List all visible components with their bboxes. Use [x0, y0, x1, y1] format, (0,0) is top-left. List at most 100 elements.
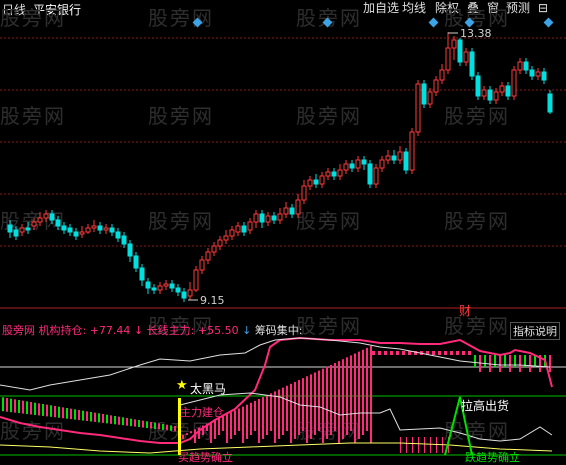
candle-body [73, 231, 79, 237]
candle-body [355, 159, 361, 169]
indicator-bar [258, 399, 260, 443]
indicator-bar [396, 351, 399, 355]
candle-body [217, 239, 223, 247]
finance-marker[interactable]: 财 [459, 302, 471, 319]
indicator-bar [6, 398, 8, 412]
indicator-bar [450, 351, 453, 355]
indicator-bar [106, 414, 108, 424]
candle-body [283, 207, 289, 215]
indicator-bar [230, 412, 232, 439]
candle-body [415, 83, 421, 133]
candle-body [517, 61, 523, 71]
indicator-bar [282, 387, 284, 435]
candle-body [55, 219, 61, 227]
indicator-bar [122, 417, 124, 426]
candle-body [7, 224, 13, 233]
indicator-bar [90, 412, 92, 422]
candle-body [193, 269, 199, 291]
candle-body [343, 163, 349, 171]
candle-body [421, 83, 427, 105]
candle-body [391, 155, 397, 161]
indicator-bar [534, 355, 536, 367]
indicator-bar [22, 400, 24, 414]
indicator-bar [66, 408, 68, 419]
candle-body [499, 85, 505, 93]
indicator-bar [86, 411, 88, 422]
indicator-bar [98, 413, 100, 423]
indicator-bar [462, 351, 465, 355]
indicator-bar [242, 406, 244, 443]
indicator-bar [342, 359, 344, 439]
candle-body [367, 163, 373, 185]
indicator-bar [519, 355, 521, 372]
candle-body [25, 227, 31, 231]
low-price-label: 9.15 [200, 294, 225, 307]
indicator-bar [438, 351, 441, 355]
indicator-bar [214, 419, 216, 439]
indicator-bar [350, 355, 352, 431]
indicator-bar [110, 415, 112, 424]
candle-body [385, 155, 391, 161]
indicator-bar [134, 419, 136, 427]
candle-body [379, 159, 385, 169]
indicator-bar [38, 403, 40, 416]
candle-body [169, 283, 175, 289]
indicator-bar [412, 437, 413, 453]
indicator-bar [78, 410, 80, 421]
candle-body [103, 227, 109, 231]
candle-body [85, 227, 91, 233]
candle-body [97, 225, 103, 231]
indicator-bar [390, 351, 393, 355]
indicator-bar [190, 431, 192, 434]
indicator-bar [306, 376, 308, 443]
indicator-bar [400, 437, 401, 453]
candle-body [49, 213, 55, 221]
indicator-bar [142, 420, 144, 428]
indicator-bar [186, 433, 188, 436]
candle-body [211, 245, 217, 253]
indicator-bar [370, 345, 372, 443]
candle-body [451, 39, 457, 49]
indicator-bar [378, 351, 381, 355]
indicator-bar [430, 437, 431, 453]
indicator-bar [126, 418, 128, 426]
candle-body [277, 213, 283, 221]
candle-body [235, 225, 241, 233]
indicator-bar [494, 355, 496, 367]
indicator-bar [334, 363, 336, 431]
indicator-bar [162, 424, 164, 430]
candle-body [403, 151, 409, 171]
indicator-bar [54, 406, 56, 418]
candle-body [127, 243, 133, 257]
indicator-bar [362, 349, 364, 435]
indicator-bar [146, 421, 148, 429]
price-chart[interactable]: 13.38 9.15 [0, 0, 566, 310]
candle-body [145, 281, 151, 289]
candle-body [319, 175, 325, 185]
indicator-bar [254, 400, 256, 431]
indicator-bar [294, 381, 296, 439]
candle-body [37, 217, 43, 223]
indicator-bar [424, 437, 425, 453]
indicator-bar [102, 414, 104, 423]
indicator-bar [218, 417, 220, 435]
indicator-bar [114, 416, 116, 425]
candle-body [325, 171, 331, 177]
indicator-bar [150, 422, 152, 429]
indicator-bar [372, 351, 375, 355]
star-icon: ★ [176, 378, 188, 393]
high-price-label: 13.38 [460, 27, 492, 40]
candle-body [133, 255, 139, 269]
indicator-bar [549, 355, 551, 372]
sell-signal-label: 拉高出货 [461, 399, 510, 413]
candle-body [199, 259, 205, 271]
candle-body [427, 91, 433, 105]
candle-body [331, 171, 337, 177]
candle-body [469, 51, 475, 77]
indicator-bar [270, 393, 272, 431]
indicator-bar [26, 401, 28, 415]
candle-body [247, 221, 253, 231]
candle-body [295, 199, 301, 215]
candle-body [67, 227, 73, 233]
candle-body [541, 71, 547, 81]
